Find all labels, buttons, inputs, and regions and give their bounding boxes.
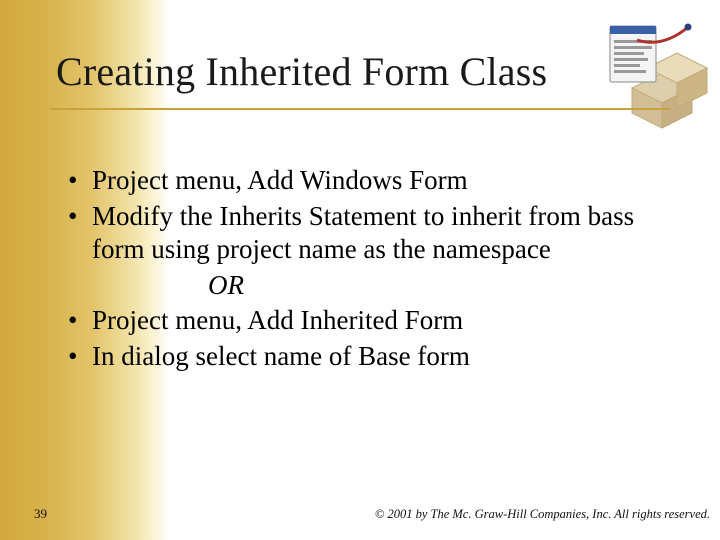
bullet-item: • Project menu, Add Inherited Form xyxy=(68,304,668,337)
bullet-text: In dialog select name of Base form xyxy=(92,340,668,373)
bullet-dot-icon: • xyxy=(68,200,92,233)
copyright-text: © 2001 by The Mc. Graw-Hill Companies, I… xyxy=(375,507,710,522)
slide-content: • Project menu, Add Windows Form • Modif… xyxy=(68,164,668,376)
corner-graphic xyxy=(592,18,712,138)
bullet-item: • Modify the Inherits Statement to inher… xyxy=(68,200,668,266)
bullet-item: • Project menu, Add Windows Form xyxy=(68,164,668,197)
page-number: 39 xyxy=(34,506,47,522)
bullet-item: • In dialog select name of Base form xyxy=(68,340,668,373)
bullet-dot-icon: • xyxy=(68,340,92,373)
slide-title: Creating Inherited Form Class xyxy=(56,48,547,95)
bullet-dot-icon: • xyxy=(68,164,92,197)
bullet-dot-icon: • xyxy=(68,304,92,337)
bullet-text: Project menu, Add Windows Form xyxy=(92,164,668,197)
or-separator: OR xyxy=(68,269,668,302)
slide: Creating Inherited Form Class • Project … xyxy=(0,0,720,540)
bullet-text: Modify the Inherits Statement to inherit… xyxy=(92,200,668,266)
bullet-text: Project menu, Add Inherited Form xyxy=(92,304,668,337)
title-underline xyxy=(50,108,670,110)
